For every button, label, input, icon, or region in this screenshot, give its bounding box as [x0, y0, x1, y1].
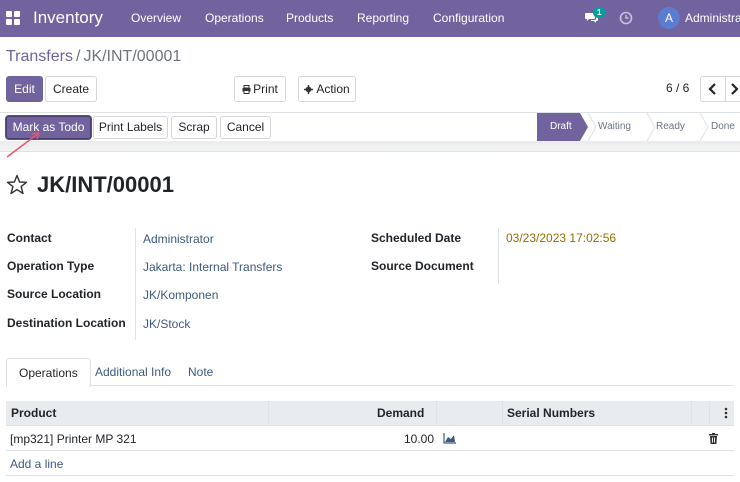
contact-label: Contact	[7, 231, 52, 245]
column-divider	[268, 401, 269, 426]
stage-done[interactable]: Done	[711, 113, 735, 141]
table-header: Product Demand Serial Numbers	[6, 401, 734, 426]
top-navbar: Inventory Overview Operations Products R…	[0, 0, 740, 37]
chevron-left-icon	[708, 83, 716, 95]
table-bottom-divider	[6, 475, 734, 476]
menu-configuration[interactable]: Configuration	[433, 11, 504, 25]
column-divider	[436, 401, 437, 426]
apps-grid-icon[interactable]	[6, 11, 20, 25]
status-bar: Mark as Todo Print Labels Scrap Cancel D…	[0, 112, 740, 141]
tab-note[interactable]: Note	[176, 358, 225, 386]
source-location-label: Source Location	[7, 287, 102, 301]
vertical-ellipsis-icon[interactable]	[724, 407, 728, 419]
field-divider	[498, 228, 499, 284]
print-labels-button[interactable]: Print Labels	[93, 116, 168, 139]
source-location-value[interactable]: JK/Komponen	[143, 288, 218, 302]
operation-type-value[interactable]: Jakarta: Internal Transfers	[143, 260, 282, 274]
avatar[interactable]: A	[658, 7, 680, 29]
tab-additional-info[interactable]: Additional Info	[83, 358, 183, 386]
source-document-label: Source Document	[371, 259, 474, 273]
print-label: Print	[253, 82, 278, 96]
column-divider	[709, 401, 710, 426]
pager-prev-button[interactable]	[700, 76, 726, 102]
breadcrumb-current: JK/INT/00001	[83, 48, 182, 65]
column-demand[interactable]: Demand	[377, 401, 424, 426]
notebook-tabs: Operations Additional Info Note	[6, 358, 734, 387]
chat-badge: 1	[593, 7, 606, 18]
record-title: JK/INT/00001	[37, 172, 174, 197]
column-product[interactable]: Product	[11, 401, 56, 426]
chevron-right-icon	[731, 83, 739, 95]
menu-overview[interactable]: Overview	[131, 11, 181, 25]
stage-draft[interactable]: Draft	[550, 113, 572, 141]
scheduled-date-value[interactable]: 03/23/2023 17:02:56	[506, 231, 616, 245]
trash-icon[interactable]	[709, 433, 718, 444]
scrap-button[interactable]: Scrap	[171, 116, 217, 139]
row-product[interactable]: [mp321] Printer MP 321	[10, 427, 137, 451]
tab-operations[interactable]: Operations	[6, 358, 91, 387]
menu-reporting[interactable]: Reporting	[357, 11, 409, 25]
statusbar-shadow	[0, 141, 740, 152]
pager-value[interactable]: 6 / 6	[666, 81, 689, 95]
breadcrumb-separator: /	[75, 48, 81, 65]
create-button[interactable]: Create	[45, 76, 97, 102]
breadcrumb-parent[interactable]: Transfers	[6, 48, 73, 65]
annotation-arrow-icon	[6, 132, 40, 158]
stage-waiting[interactable]: Waiting	[598, 113, 631, 141]
breadcrumb: Transfers / JK/INT/00001	[6, 48, 181, 66]
area-chart-icon[interactable]	[443, 433, 456, 444]
pager-next-button[interactable]	[725, 76, 740, 102]
user-name[interactable]: Administrator	[685, 11, 740, 25]
action-button[interactable]: Action	[298, 76, 356, 102]
printer-icon	[242, 85, 251, 94]
menu-products[interactable]: Products	[286, 11, 333, 25]
cancel-button[interactable]: Cancel	[220, 116, 271, 139]
add-line-link[interactable]: Add a line	[10, 457, 63, 471]
action-label: Action	[316, 82, 350, 96]
row-demand[interactable]: 10.00	[404, 427, 434, 451]
column-divider	[691, 401, 692, 426]
column-divider	[502, 401, 503, 426]
app-name[interactable]: Inventory	[33, 8, 103, 28]
menu-operations[interactable]: Operations	[205, 11, 264, 25]
table-row[interactable]: [mp321] Printer MP 321 10.00	[6, 427, 734, 451]
clock-icon[interactable]	[619, 11, 633, 25]
stage-ready[interactable]: Ready	[656, 113, 685, 141]
destination-location-value[interactable]: JK/Stock	[143, 317, 190, 331]
gear-icon	[304, 85, 314, 94]
print-button[interactable]: Print	[234, 76, 286, 102]
column-serial-numbers[interactable]: Serial Numbers	[507, 401, 595, 426]
scheduled-date-label: Scheduled Date	[371, 231, 462, 245]
destination-location-label: Destination Location	[7, 316, 126, 330]
contact-value[interactable]: Administrator	[143, 232, 214, 246]
star-outline-icon[interactable]	[6, 174, 28, 196]
operation-type-label: Operation Type	[7, 259, 95, 273]
field-divider	[135, 228, 136, 340]
edit-button[interactable]: Edit	[6, 76, 43, 102]
